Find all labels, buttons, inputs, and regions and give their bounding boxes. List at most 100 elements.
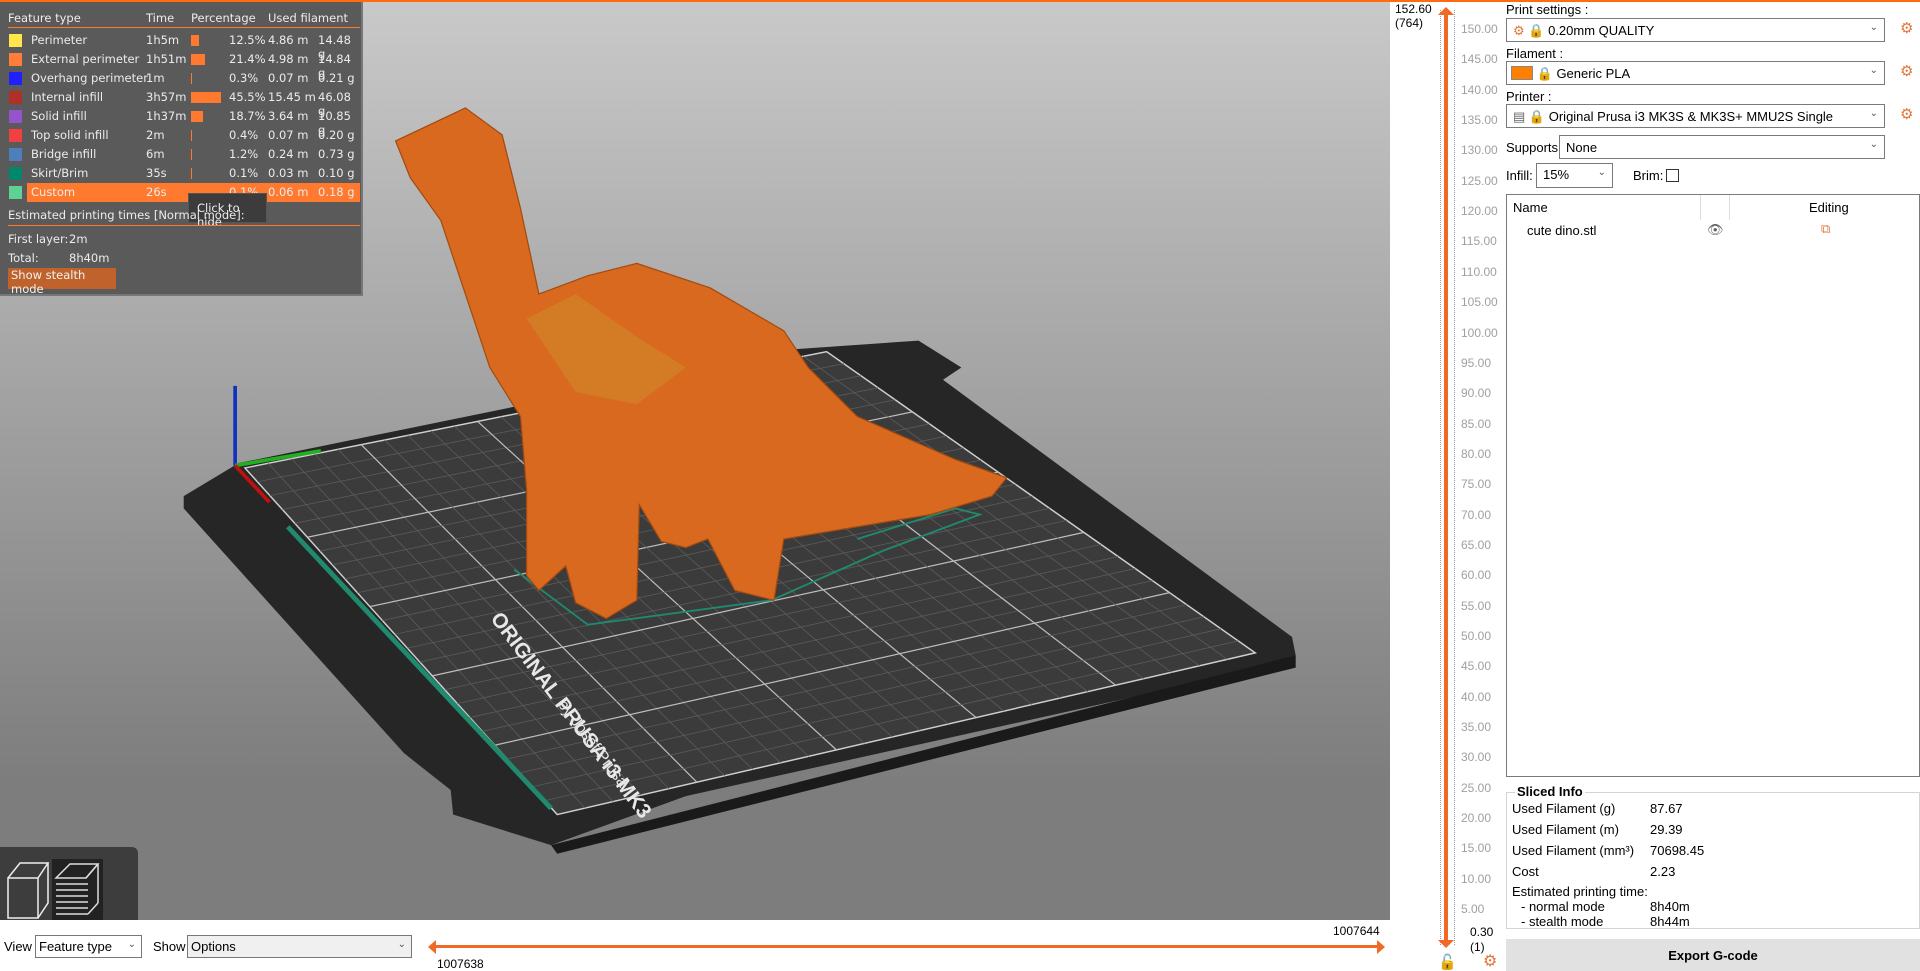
- slider-left-thumb[interactable]: [428, 940, 436, 954]
- percentage-bar: [191, 73, 192, 84]
- percentage-bar: [191, 149, 192, 160]
- color-swatch: [9, 91, 22, 104]
- 3d-view-icon[interactable]: [7, 862, 50, 919]
- filament-gear-icon[interactable]: ⚙: [1900, 62, 1913, 80]
- layer-tick-label: 100.00: [1461, 325, 1498, 340]
- layer-tick-label: 110.00: [1461, 264, 1497, 279]
- chevron-down-icon: ⌄: [1597, 167, 1606, 178]
- chevron-down-icon: ⌄: [1869, 108, 1878, 119]
- legend-row[interactable]: Perimeter 1h5m 12.5% 4.86 m 14.48 g: [8, 31, 360, 61]
- print-settings-gear-icon[interactable]: ⚙: [1900, 19, 1913, 37]
- est-time-label: Estimated printing time:: [1512, 884, 1648, 899]
- sliced-info-label: Used Filament (m): [1512, 822, 1619, 837]
- feature-time: 1m: [146, 71, 165, 85]
- feature-length: 0.03 m: [268, 166, 309, 180]
- slider-lower-thumb[interactable]: [1438, 940, 1454, 948]
- view-icons: [7, 859, 103, 920]
- feature-percentage: 0.1%: [229, 166, 259, 180]
- layer-tick-label: 15.00: [1461, 841, 1492, 856]
- print-settings-select[interactable]: ⚙ 🔒 0.20mm QUALITY ⌄: [1506, 18, 1885, 42]
- sliced-info-title: Sliced Info: [1515, 784, 1585, 799]
- infill-select[interactable]: 15% ⌄: [1536, 163, 1613, 188]
- infill-label: Infill:: [1506, 168, 1533, 183]
- filament-color-swatch[interactable]: [1511, 66, 1533, 80]
- legend-row[interactable]: Internal infill 3h57m 45.5% 15.45 m 46.0…: [8, 88, 360, 118]
- layer-tick-label: 50.00: [1461, 629, 1492, 643]
- lock-icon: 🔒: [1528, 23, 1545, 38]
- layer-tick-label: 145.00: [1461, 52, 1498, 67]
- view-select[interactable]: Feature type ⌄: [35, 935, 142, 958]
- slider-upper-thumb[interactable]: [1438, 7, 1454, 15]
- stealth-mode-value: 8h44m: [1650, 914, 1690, 929]
- layer-tick-label: 125.00: [1461, 173, 1498, 188]
- layer-slider-track[interactable]: [1444, 14, 1448, 944]
- percentage-bar: [191, 92, 222, 103]
- legend-row[interactable]: Custom 26s 0.1% 0.06 m 0.18 g: [8, 183, 360, 202]
- sliced-info-value: 87.67: [1650, 801, 1683, 816]
- legend-row[interactable]: Bridge infill 6m 1.2% 0.24 m 0.73 g: [8, 145, 360, 164]
- top-accent-line: [0, 0, 1920, 2]
- color-swatch: [9, 186, 22, 199]
- layer-bottom-height: 0.30: [1470, 925, 1494, 939]
- feature-time: 26s: [146, 185, 167, 199]
- printer-select[interactable]: ▤ 🔒 Original Prusa i3 MK3S & MK3S+ MMU2S…: [1506, 104, 1885, 128]
- legend-row[interactable]: Overhang perimeter 1m 0.3% 0.07 m 0.21 g: [8, 69, 360, 88]
- layer-tick-label: 30.00: [1461, 750, 1492, 765]
- layer-tick-label: 130.00: [1461, 143, 1498, 158]
- feature-length: 0.07 m: [268, 71, 309, 85]
- feature-name: Bridge infill: [31, 147, 97, 161]
- sliced-info-label: Cost: [1512, 864, 1539, 879]
- slider-right-thumb[interactable]: [1377, 940, 1385, 954]
- layer-tick-label: 80.00: [1461, 446, 1492, 461]
- brim-checkbox[interactable]: [1666, 169, 1679, 182]
- show-select-value: Options: [191, 939, 236, 954]
- feature-name: Skirt/Brim: [31, 166, 89, 180]
- eye-icon[interactable]: 👁: [1707, 222, 1724, 238]
- list-header-editing: Editing: [1809, 200, 1849, 215]
- color-swatch: [9, 167, 22, 180]
- layer-slider[interactable]: 152.60 (764) 150.00 145.00 140.00 135.00 130.…: [1390, 0, 1500, 971]
- column-divider: [1729, 195, 1730, 220]
- layer-tick-label: 120.00: [1461, 204, 1498, 219]
- layer-tick-label: 55.00: [1461, 598, 1492, 613]
- feature-percentage: 1.2%: [229, 147, 259, 161]
- feature-percentage: 0.3%: [229, 71, 259, 85]
- legend-row[interactable]: Solid infill 1h37m 18.7% 3.64 m 10.85 g: [8, 107, 360, 137]
- feature-percentage: 12.5%: [229, 33, 266, 47]
- legend-row[interactable]: External perimeter 1h51m 21.4% 4.98 m 14…: [8, 50, 360, 80]
- supports-select[interactable]: None ⌄: [1559, 135, 1885, 159]
- unlock-icon[interactable]: 🔓: [1438, 953, 1457, 971]
- percentage-bar: [191, 54, 206, 65]
- column-divider: [1700, 195, 1701, 220]
- gear-icon[interactable]: ⚙: [1483, 951, 1497, 970]
- first-layer-label: First layer:: [8, 232, 69, 246]
- legend-header-percentage: Percentage: [191, 11, 256, 25]
- layer-tick-label: 150.00: [1461, 22, 1498, 36]
- legend-header-filament: Used filament: [268, 11, 349, 25]
- chevron-down-icon: ⌄: [1869, 65, 1878, 76]
- layer-tick-label: 60.00: [1461, 568, 1492, 583]
- object-row[interactable]: cute dino.stl 👁 ⧉: [1507, 221, 1919, 241]
- printer-gear-icon[interactable]: ⚙: [1900, 105, 1913, 123]
- feature-percentage: 21.4%: [229, 52, 266, 66]
- layer-tick-label: 90.00: [1461, 386, 1492, 401]
- color-swatch: [9, 34, 22, 47]
- export-gcode-button[interactable]: Export G-code: [1506, 939, 1920, 971]
- legend-row[interactable]: Top solid infill 2m 0.4% 0.07 m 0.20 g: [8, 126, 360, 145]
- show-stealth-mode-button[interactable]: Show stealth mode: [8, 268, 116, 296]
- edit-icon[interactable]: ⧉: [1821, 221, 1830, 237]
- filament-select[interactable]: 🔒 Generic PLA ⌄: [1506, 61, 1885, 85]
- feature-time: 1h51m: [146, 52, 187, 66]
- sliced-info-value: 2.23: [1650, 864, 1676, 879]
- 3d-viewport[interactable]: ORIGINAL PRUSA i3 MK3 by Josef Prusa Fea…: [0, 0, 1390, 920]
- legend-row[interactable]: Skirt/Brim 35s 0.1% 0.03 m 0.10 g: [8, 164, 360, 183]
- feature-time: 1h37m: [146, 109, 187, 123]
- feature-percentage: 45.5%: [229, 90, 266, 104]
- percentage-bar: [191, 168, 192, 179]
- horizontal-slider[interactable]: [432, 945, 1382, 948]
- layer-top-readout: 152.60 (764): [1395, 2, 1432, 30]
- show-select[interactable]: Options ⌄: [187, 935, 412, 958]
- object-name: cute dino.stl: [1527, 223, 1597, 238]
- chevron-down-icon: ⌄: [1869, 22, 1878, 33]
- layer-top-number: (764): [1395, 16, 1424, 30]
